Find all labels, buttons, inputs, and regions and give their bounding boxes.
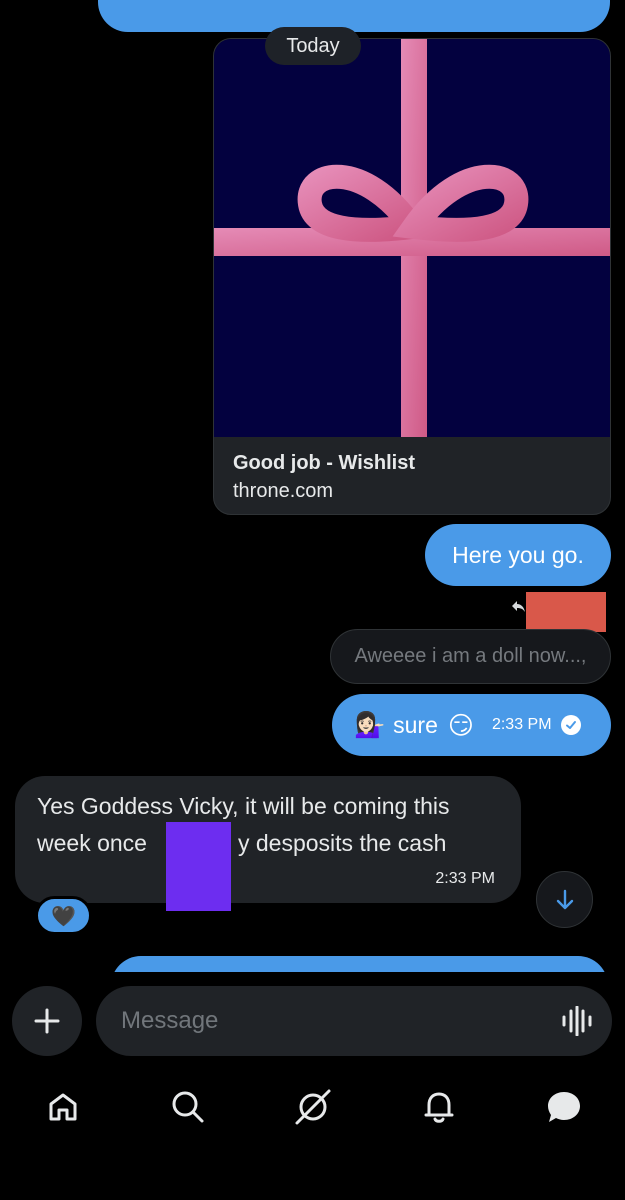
- message-line: week once: [37, 830, 147, 856]
- date-divider: Today: [265, 27, 361, 65]
- link-domain: throne.com: [233, 480, 334, 502]
- tab-search[interactable]: [166, 1085, 210, 1129]
- message-text: sure: [393, 711, 438, 738]
- tab-home[interactable]: [41, 1085, 85, 1129]
- message-time: 2:33 PM: [491, 716, 552, 733]
- arrow-down-icon: [556, 889, 573, 909]
- tab-messages[interactable]: [542, 1085, 586, 1129]
- reaction-black-heart[interactable]: 🖤: [35, 896, 92, 935]
- tab-notifications[interactable]: [417, 1085, 461, 1129]
- quoted-reply[interactable]: Aweeee i am a doll now...,: [330, 629, 611, 684]
- messages-icon: [548, 1092, 580, 1122]
- redacted-name: [166, 822, 231, 911]
- bell-icon: [424, 1092, 454, 1123]
- message-line: Yes Goddess Vicky, it will be coming thi…: [37, 793, 450, 819]
- previous-message-bubble[interactable]: [98, 0, 610, 32]
- link-title: Good job - Wishlist: [233, 452, 416, 474]
- plus-icon: [34, 1008, 60, 1034]
- search-icon: [172, 1091, 204, 1123]
- add-attachment-button[interactable]: [12, 986, 82, 1056]
- read-check-icon: [560, 715, 581, 735]
- sent-message[interactable]: Here you go.: [425, 524, 611, 586]
- grok-icon: [295, 1089, 331, 1125]
- received-message[interactable]: Yes Goddess Vicky, it will be coming thi…: [15, 776, 521, 903]
- message-input[interactable]: [96, 986, 612, 1056]
- home-icon: [49, 1093, 77, 1121]
- sent-message-sure[interactable]: 💁🏻‍♀️ sure 😏 2:33 PM: [332, 694, 611, 756]
- scroll-to-bottom-button[interactable]: [536, 871, 593, 928]
- gift-ribbon-graphic: [214, 39, 610, 437]
- redacted-name: [526, 592, 606, 632]
- gift-image: [214, 39, 610, 437]
- reply-icon: [512, 601, 525, 612]
- emoji-smirk: 😏: [447, 710, 474, 740]
- link-preview-card[interactable]: Good job - Wishlist throne.com: [213, 38, 611, 515]
- message-time: 2:33 PM: [435, 870, 495, 887]
- emoji-tipping-hand: 💁🏻‍♀️: [354, 710, 386, 739]
- message-line: y desposits the cash: [238, 830, 447, 856]
- tab-grok[interactable]: [291, 1085, 335, 1129]
- voice-message-icon[interactable]: [561, 1006, 593, 1036]
